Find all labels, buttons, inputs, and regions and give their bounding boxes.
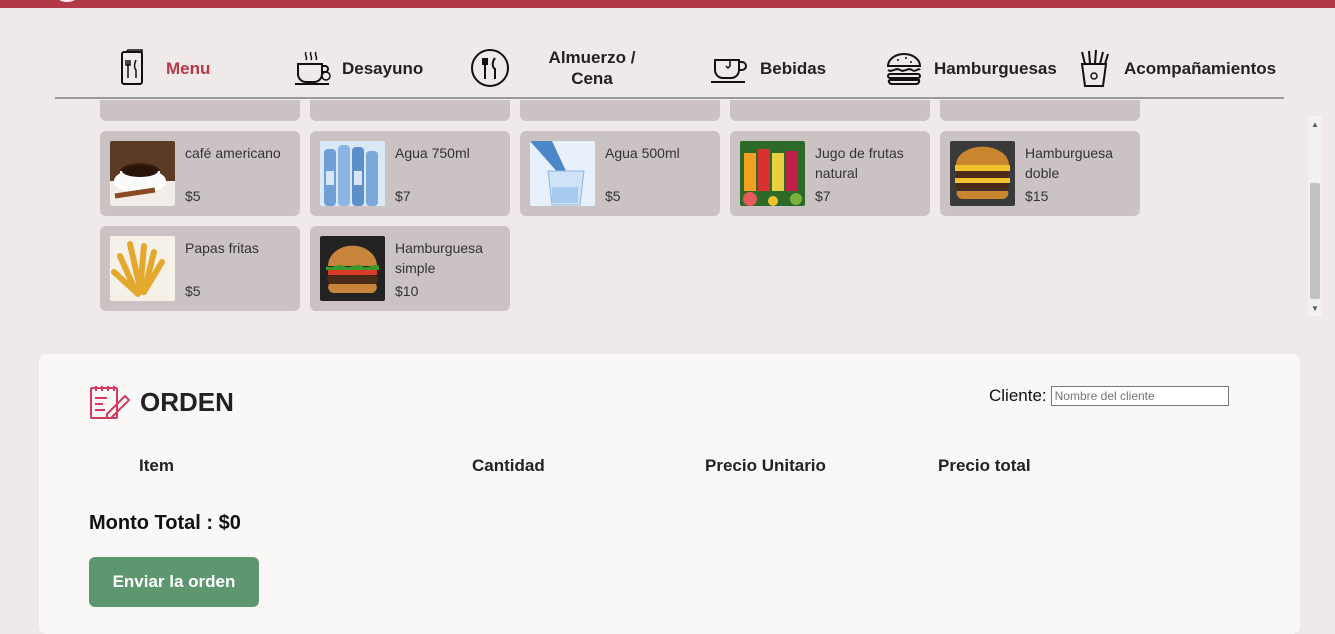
order-header: ORDEN: [89, 384, 234, 420]
double-burger-photo: [950, 141, 1015, 206]
previous-card[interactable]: [310, 100, 510, 121]
product-name: café americano: [185, 145, 281, 161]
previous-card[interactable]: [100, 100, 300, 121]
previous-card[interactable]: [940, 100, 1140, 121]
column-header-cantidad: Cantidad: [472, 456, 545, 475]
nav-item-menu[interactable]: Menu: [110, 40, 210, 96]
product-price: $5: [185, 188, 201, 204]
product-name: Hamburguesa simple: [395, 240, 483, 276]
logo: [55, 0, 79, 2]
previous-card[interactable]: [730, 100, 930, 121]
product-card-agua-500ml[interactable]: Agua 500ml $5: [520, 131, 720, 216]
product-name: Hamburguesa doble: [1025, 145, 1113, 181]
product-card-cafe-americano[interactable]: café americano $5: [100, 131, 300, 216]
scroll-thumb[interactable]: [1310, 183, 1320, 299]
fries-photo: [110, 236, 175, 301]
nav-item-almuerzo[interactable]: Almuerzo / Cena: [468, 40, 642, 96]
nav-item-desayuno[interactable]: Desayuno: [290, 40, 423, 96]
product-card-papas-fritas[interactable]: Papas fritas $5: [100, 226, 300, 311]
plate-utensils-icon: [468, 46, 512, 90]
order-panel: ORDEN Cliente: Item Cantidad Precio Unit…: [39, 354, 1300, 634]
water-bottles-photo: [320, 141, 385, 206]
juices-photo: [740, 141, 805, 206]
order-total: Monto Total : $0: [89, 512, 241, 534]
breakfast-cup-icon: [290, 46, 334, 90]
menu-book-icon: [110, 46, 154, 90]
previous-card[interactable]: [520, 100, 720, 121]
product-card-agua-750ml[interactable]: Agua 750ml $7: [310, 131, 510, 216]
product-price: $7: [395, 188, 411, 204]
product-name: Agua 500ml: [605, 145, 680, 161]
burger-icon: [882, 46, 926, 90]
nav-label-desayuno: Desayuno: [342, 58, 424, 78]
product-price: $7: [815, 188, 831, 204]
product-card-hamburguesa-doble[interactable]: Hamburguesa doble $15: [940, 131, 1140, 216]
product-price: $10: [395, 283, 419, 299]
top-bar: [0, 0, 1335, 8]
fries-icon: [1072, 46, 1116, 90]
send-order-button[interactable]: Enviar la orden: [89, 557, 259, 607]
scroll-up-arrow-icon[interactable]: ▲: [1308, 118, 1322, 132]
product-name: Agua 750ml: [395, 145, 470, 161]
nav-item-hamburguesas[interactable]: Hamburguesas: [882, 40, 1057, 96]
category-nav: Menu Desayuno Almuerzo / Cena Bebidas Ha…: [55, 40, 1284, 99]
nav-label-almuerzo: Almuerzo / Cena: [548, 48, 636, 88]
order-pencil-icon: [90, 386, 131, 419]
nav-label-menu: Menu: [166, 58, 211, 78]
products-scrollbar[interactable]: ▲ ▼: [1308, 116, 1322, 316]
coffee-cup-icon: [707, 46, 751, 90]
product-card-hamburguesa-simple[interactable]: Hamburguesa simple $10: [310, 226, 510, 311]
client-name-input[interactable]: [1050, 386, 1229, 406]
product-card-jugo-natural[interactable]: Jugo de frutas natural $7: [730, 131, 930, 216]
product-price: $5: [185, 283, 201, 299]
column-header-precio-unitario: Precio Unitario: [705, 456, 826, 475]
product-name: Jugo de frutas natural: [815, 145, 904, 181]
nav-label-bebidas: Bebidas: [760, 58, 827, 78]
product-name: Papas fritas: [185, 240, 259, 256]
column-header-precio-total: Precio total: [938, 456, 1031, 475]
nav-item-bebidas[interactable]: Bebidas: [707, 40, 826, 96]
water-glass-photo: [530, 141, 595, 206]
product-price: $5: [605, 188, 621, 204]
coffee-photo: [110, 141, 175, 206]
scroll-down-arrow-icon[interactable]: ▼: [1308, 302, 1322, 316]
nav-label-acompanamientos: Acompañamientos: [1124, 58, 1277, 78]
product-price: $15: [1025, 188, 1049, 204]
client-label: Cliente:: [989, 386, 1047, 405]
product-grid: café americano $5 Agua 750ml $7 Agua 500…: [90, 100, 1315, 318]
burger-photo: [320, 236, 385, 301]
order-title: ORDEN: [140, 386, 234, 417]
client-field: Cliente:: [989, 386, 1229, 406]
nav-item-acompanamientos[interactable]: Acompañamientos: [1072, 40, 1276, 96]
column-header-item: Item: [139, 456, 174, 475]
nav-label-hamburguesas: Hamburguesas: [934, 58, 1057, 78]
